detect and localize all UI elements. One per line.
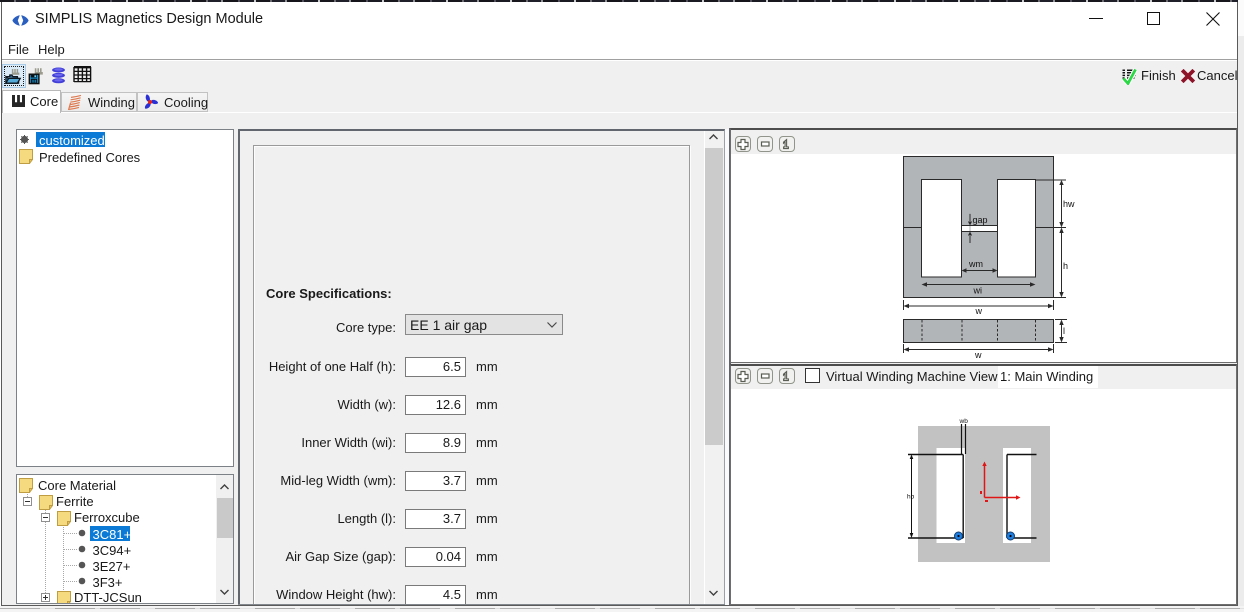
svg-text:gap: gap xyxy=(973,215,988,225)
svg-text:wm: wm xyxy=(968,259,983,269)
svg-text:wb: wb xyxy=(959,418,969,425)
svg-text:hw: hw xyxy=(1063,199,1075,209)
svg-text:h: h xyxy=(1063,261,1068,271)
svg-text:wi: wi xyxy=(973,286,983,296)
svg-text:w: w xyxy=(975,306,983,316)
svg-text:hb: hb xyxy=(907,494,915,501)
svg-text:w: w xyxy=(974,350,982,360)
svg-text:l: l xyxy=(1063,326,1065,336)
